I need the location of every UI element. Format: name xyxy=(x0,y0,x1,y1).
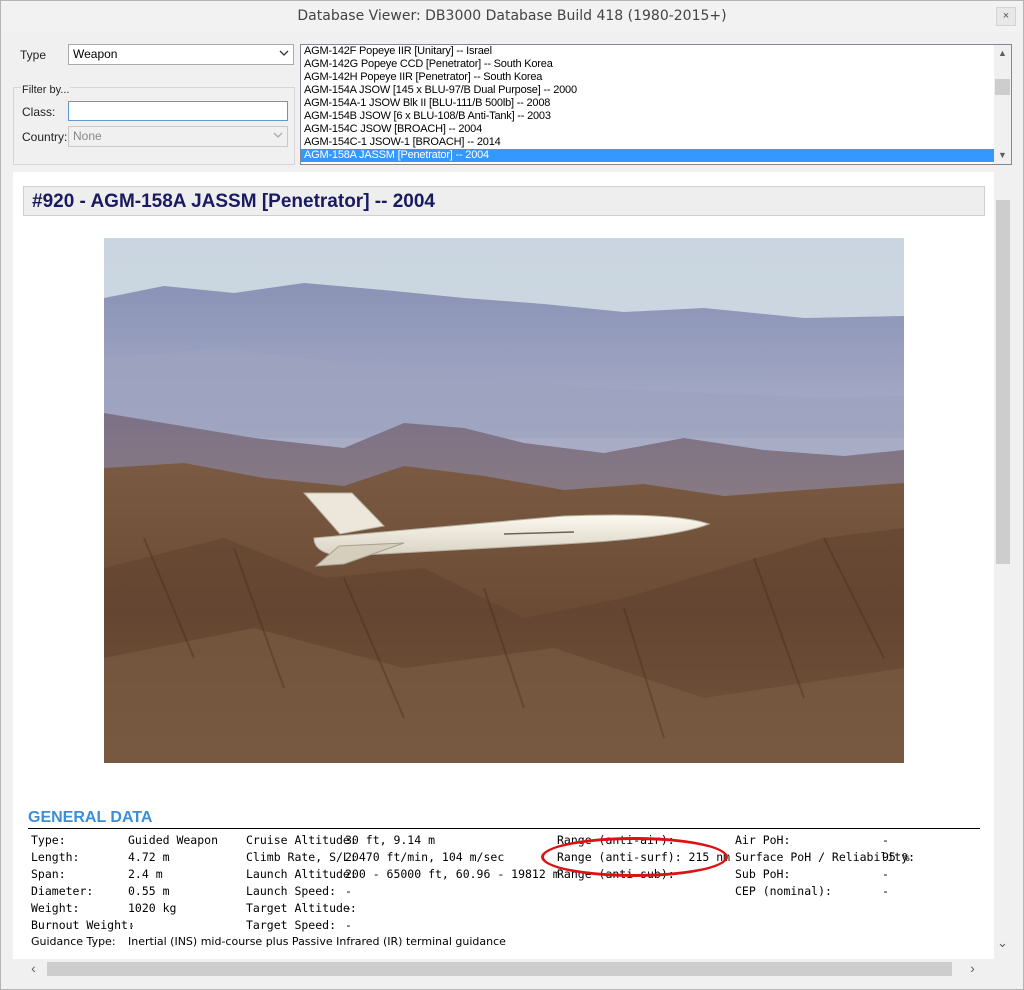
data-label: Weight: xyxy=(31,901,80,915)
data-label: CEP (nominal): xyxy=(735,884,832,898)
data-value: 0.55 m xyxy=(128,884,170,898)
list-item[interactable]: AGM-154A JSOW [145 x BLU-97/B Dual Purpo… xyxy=(301,84,1011,97)
list-item[interactable]: AGM-154B JSOW [6 x BLU-108/B Anti-Tank] … xyxy=(301,110,1011,123)
filter-panel: Type Weapon Filter by... Class: Country:… xyxy=(13,41,295,165)
horizontal-scrollbar-thumb[interactable] xyxy=(47,962,952,976)
data-label: Cruise Altitude: xyxy=(246,833,357,847)
data-label: Launch Speed: xyxy=(246,884,337,898)
weapon-photo xyxy=(104,238,904,763)
database-viewer-window: Database Viewer: DB3000 Database Build 4… xyxy=(0,0,1024,990)
detail-title: #920 - AGM-158A JASSM [Penetrator] -- 20… xyxy=(32,191,435,212)
scroll-down-icon[interactable]: ⌄ xyxy=(994,934,1011,951)
data-value: 2.4 m xyxy=(128,867,163,881)
detail-vertical-scrollbar[interactable]: ⌄ xyxy=(994,172,1012,959)
guidance-label: Guidance Type: xyxy=(31,935,116,948)
data-value: - xyxy=(345,884,352,898)
guidance-value: Inertial (INS) mid-course plus Passive I… xyxy=(128,935,506,948)
data-label: Sub PoH: xyxy=(735,867,791,881)
data-label: Length: xyxy=(31,850,80,864)
scroll-right-icon[interactable]: › xyxy=(964,960,981,977)
section-divider xyxy=(28,828,980,829)
scroll-left-icon[interactable]: ‹ xyxy=(25,960,42,977)
country-select[interactable]: None xyxy=(68,126,288,147)
data-value: - xyxy=(882,884,889,898)
type-label: Type xyxy=(20,48,47,62)
data-value: 95 % xyxy=(882,850,910,864)
close-icon: × xyxy=(1002,10,1010,22)
type-select[interactable]: Weapon xyxy=(68,44,294,65)
weapon-list-items: AGM-142F Popeye IIR [Unitary] -- Israel A… xyxy=(301,45,1011,162)
class-input[interactable] xyxy=(68,101,288,121)
detail-horizontal-scrollbar[interactable]: ‹ › xyxy=(13,959,994,979)
country-select-value: None xyxy=(73,129,102,143)
data-label: Launch Altitude: xyxy=(246,867,357,881)
data-value: - xyxy=(882,867,889,881)
data-label: Target Altitude: xyxy=(246,901,357,915)
data-value: 1020 kg xyxy=(128,901,177,915)
list-item[interactable]: AGM-158A JASSM [Penetrator] -- 2004 xyxy=(301,149,994,162)
list-item[interactable]: AGM-142F Popeye IIR [Unitary] -- Israel xyxy=(301,45,1011,58)
chevron-down-icon xyxy=(279,50,289,56)
data-value: 4.72 m xyxy=(128,850,170,864)
data-value: Guided Weapon xyxy=(128,833,219,847)
scroll-up-icon[interactable]: ▲ xyxy=(994,45,1011,62)
data-value: - xyxy=(882,833,889,847)
data-label: Span: xyxy=(31,867,66,881)
chevron-down-icon xyxy=(273,132,283,138)
data-value: - xyxy=(345,901,352,915)
data-value: 30 ft, 9.14 m xyxy=(345,833,436,847)
detail-header: #920 - AGM-158A JASSM [Penetrator] -- 20… xyxy=(23,186,985,216)
close-button[interactable]: × xyxy=(996,7,1016,26)
data-label: Diameter: xyxy=(31,884,94,898)
data-value: 20470 ft/min, 104 m/sec xyxy=(345,850,505,864)
window-title: Database Viewer: DB3000 Database Build 4… xyxy=(297,8,727,24)
country-label: Country: xyxy=(22,130,68,144)
vertical-scrollbar-thumb[interactable] xyxy=(996,200,1010,564)
list-item[interactable]: AGM-142H Popeye IIR [Penetrator] -- Sout… xyxy=(301,71,1011,84)
data-label: Air PoH: xyxy=(735,833,791,847)
scroll-down-icon[interactable]: ▼ xyxy=(994,147,1011,164)
data-value: - xyxy=(345,918,352,932)
list-item[interactable]: AGM-154A-1 JSOW Blk II [BLU-111/B 500lb]… xyxy=(301,97,1011,110)
general-data-title: GENERAL DATA xyxy=(28,809,153,826)
data-label: Target Speed: xyxy=(246,918,337,932)
title-bar: Database Viewer: DB3000 Database Build 4… xyxy=(1,1,1023,33)
data-label: Type: xyxy=(31,833,66,847)
highlight-circle xyxy=(541,837,728,877)
weapon-list[interactable]: AGM-142F Popeye IIR [Unitary] -- Israel A… xyxy=(300,44,1012,165)
list-scrollbar-thumb[interactable] xyxy=(995,79,1010,95)
list-item[interactable]: AGM-142G Popeye CCD [Penetrator] -- Sout… xyxy=(301,58,1011,71)
data-label: Climb Rate, S/L: xyxy=(246,850,357,864)
class-label: Class: xyxy=(22,105,56,119)
list-item[interactable]: AGM-154C JSOW [BROACH] -- 2004 xyxy=(301,123,1011,136)
data-label: Burnout Weight: xyxy=(31,918,135,932)
data-value: - xyxy=(128,918,135,932)
filter-by-label: Filter by... xyxy=(21,84,71,96)
detail-panel: #920 - AGM-158A JASSM [Penetrator] -- 20… xyxy=(13,172,994,959)
type-select-value: Weapon xyxy=(73,47,118,61)
list-scrollbar[interactable]: ▲ ▼ xyxy=(994,45,1011,164)
data-value: 200 - 65000 ft, 60.96 - 19812 m xyxy=(345,867,560,881)
list-item[interactable]: AGM-154C-1 JSOW-1 [BROACH] -- 2014 xyxy=(301,136,1011,149)
